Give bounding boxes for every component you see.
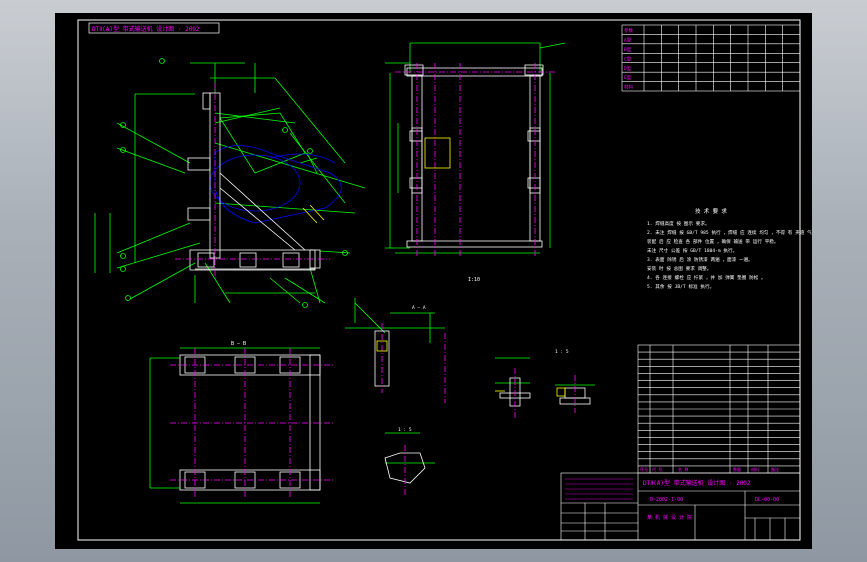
note-line: 2. 未注 焊缝 按 GB/T 985 执行 ，焊缝 应 连续 均匀 ，不得 有… xyxy=(647,229,812,236)
note-line: 4. 各 连接 螺栓 应 拧紧 ，并 加 弹簧 垫圈 防松 。 xyxy=(647,274,766,281)
note-line: 5. 其余 按 JB/T 标准 执行。 xyxy=(647,283,714,290)
plan-view: B — B xyxy=(149,341,335,504)
parts-header-cell: 代 号 xyxy=(652,466,662,472)
table-row-label: E型 xyxy=(624,74,632,81)
parts-header-cell: 备注 xyxy=(771,466,779,472)
drawing-sheet[interactable]: DTⅡ(A)型 带式输送机 设计图 · 2002 I:10 参数 A型 B型 C… xyxy=(55,13,821,549)
parts-header-cell: 数量 xyxy=(733,466,741,472)
front-view: I:10 xyxy=(385,42,566,283)
technical-notes: 技 术 要 求 1. 焊缝高度 按 图示 要求。 2. 未注 焊缝 按 GB/T … xyxy=(647,207,821,290)
plan-view-label: B — B xyxy=(231,341,246,347)
table-row-label: D型 xyxy=(624,65,632,72)
table-row-label: A型 xyxy=(624,37,632,44)
note-line: 未注 尺寸 公差 按 GB/T 1804-m 执行。 xyxy=(647,247,737,254)
cad-viewer-background: DTⅡ(A)型 带式输送机 设计图 · 2002 I:10 参数 A型 B型 C… xyxy=(0,0,867,562)
note-line: 装配 后 应 检查 各 部件 位置 ，确保 输送 带 运行 平稳。 xyxy=(647,238,779,245)
notes-header: 技 术 要 求 xyxy=(695,207,727,215)
detail-scale-2: 1 : 5 xyxy=(398,427,412,433)
detail-views: 1 : 5 1 : 5 A — A xyxy=(345,298,595,495)
top-left-title: DTⅡ(A)型 带式输送机 设计图 · 2002 xyxy=(92,25,200,33)
detail-view-a: A — A xyxy=(412,305,426,311)
top-left-title-strip: DTⅡ(A)型 带式输送机 设计图 · 2002 xyxy=(88,22,220,34)
note-line: 安装 时 按 总图 要求 调整。 xyxy=(647,265,711,272)
side-view xyxy=(94,58,366,308)
part-number: DL-00-00 xyxy=(755,497,779,503)
top-right-table: 参数 A型 B型 C型 D型 E型材料 xyxy=(621,24,801,92)
parts-header-cell: 材料 xyxy=(751,466,759,472)
drawing-number: D-2002-1-00 xyxy=(650,497,683,503)
title-name: DTⅡ(A)型 带式输送机 设计图 · 2002 xyxy=(643,479,751,487)
parts-list: 序号代 号 名 称 数量 材料 备注 xyxy=(637,344,801,474)
note-line: 1. 焊缝高度 按 图示 要求。 xyxy=(647,220,710,227)
table-row-label: 材料 xyxy=(624,84,633,91)
table-row-label: C型 xyxy=(624,55,632,62)
table-row-label: B型 xyxy=(624,46,632,53)
note-line: 3. 表面 除锈 后 涂 防锈漆 两遍 ，面漆 一遍。 xyxy=(647,256,753,263)
company-name: 某 机 械 设 计 院 xyxy=(647,514,692,521)
detail-scale-1: 1 : 5 xyxy=(555,349,569,355)
front-view-scale: I:10 xyxy=(468,277,480,283)
parts-header-cell: 序号 xyxy=(640,466,648,472)
parts-header-cell: 名 称 xyxy=(678,466,688,472)
table-row-label: 参数 xyxy=(624,27,633,34)
cad-drawing: DTⅡ(A)型 带式输送机 设计图 · 2002 I:10 参数A型B型C型D型… xyxy=(77,19,821,541)
title-block: DTⅡ(A)型 带式输送机 设计图 · 2002 D-2002-1-00 DL-… xyxy=(560,472,801,541)
